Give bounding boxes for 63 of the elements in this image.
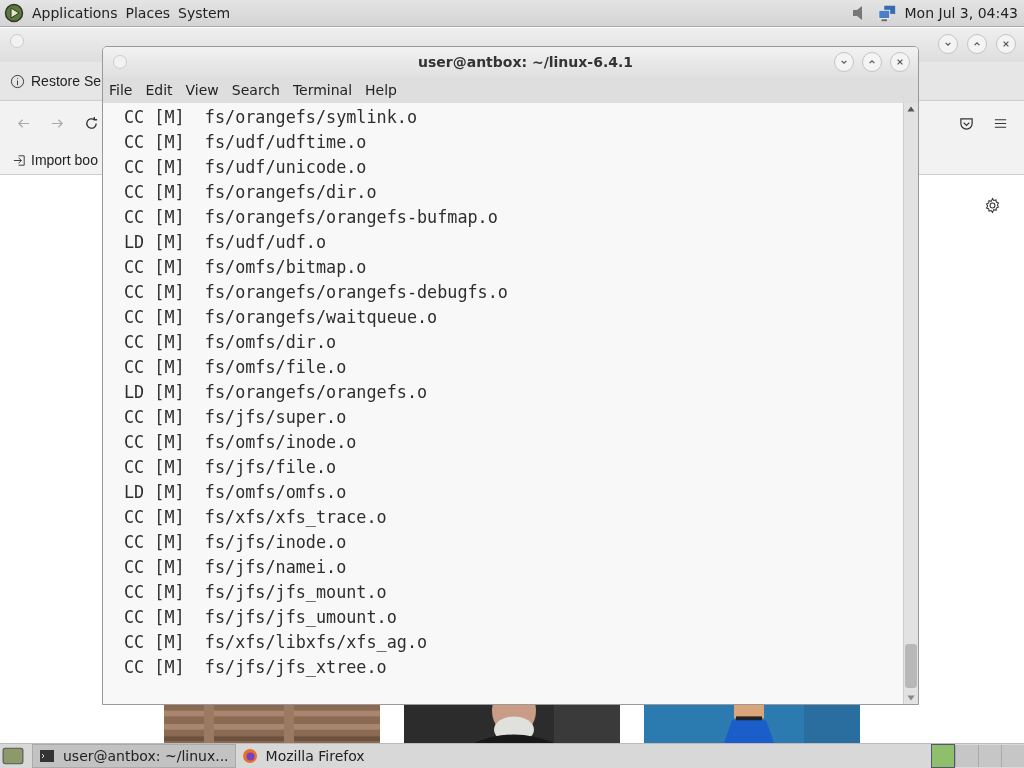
logo-icon[interactable] <box>4 3 24 23</box>
taskbar-button[interactable]: Mozilla Firefox <box>235 744 371 768</box>
firefox-icon <box>241 748 258 764</box>
terminal-line: CC [M] fs/orangefs/symlink.o <box>124 106 418 129</box>
maximize-button[interactable] <box>967 34 987 54</box>
minimize-button[interactable] <box>938 34 958 54</box>
terminal-line: CC [M] fs/jfs/jfs_umount.o <box>124 606 398 629</box>
terminal-line: CC [M] fs/orangefs/orangefs-bufmap.o <box>124 206 499 229</box>
terminal-line: CC [M] fs/xfs/xfs_trace.o <box>124 506 388 529</box>
menu-item[interactable]: Search <box>227 82 284 98</box>
restore-session-button[interactable]: Restore Se <box>8 73 104 89</box>
terminal-line: CC [M] fs/jfs/namei.o <box>124 556 348 579</box>
clock[interactable]: Mon Jul 3, 04:43 <box>904 5 1018 21</box>
menu-item[interactable]: View <box>181 82 223 98</box>
info-icon <box>10 73 25 89</box>
window-dot-icon <box>113 55 127 69</box>
panel-menu[interactable]: Places <box>125 5 171 21</box>
menu-item[interactable]: Edit <box>141 82 177 98</box>
terminal-line: CC [M] fs/jfs/inode.o <box>124 531 348 554</box>
terminal-line: CC [M] fs/omfs/file.o <box>124 356 348 379</box>
close-button[interactable] <box>890 52 910 72</box>
panel-menu[interactable]: System <box>178 5 231 21</box>
workspace-switcher[interactable] <box>1001 745 1024 767</box>
terminal-line: LD [M] fs/orangefs/orangefs.o <box>124 381 429 404</box>
network-icon[interactable] <box>876 3 897 23</box>
scrollbar-thumb[interactable] <box>905 644 917 688</box>
menu-icon[interactable] <box>993 116 1008 131</box>
terminal-line: CC [M] fs/jfs/file.o <box>124 456 338 479</box>
workspace-switcher[interactable] <box>955 745 978 767</box>
terminal-line: CC [M] fs/omfs/dir.o <box>124 331 338 354</box>
terminal-line: CC [M] fs/orangefs/orangefs-debugfs.o <box>124 281 509 304</box>
scrollbar[interactable] <box>903 103 918 704</box>
reload-icon[interactable] <box>84 116 99 131</box>
terminal-line: CC [M] fs/omfs/bitmap.o <box>124 256 368 279</box>
terminal-line: LD [M] fs/udf/udf.o <box>124 231 328 254</box>
terminal-line: CC [M] fs/jfs/jfs_xtree.o <box>124 656 388 679</box>
terminal-line: CC [M] fs/orangefs/dir.o <box>124 181 378 204</box>
workspace-switcher[interactable] <box>931 744 955 768</box>
terminal-line: CC [M] fs/udf/udftime.o <box>124 131 368 154</box>
workspace-switcher[interactable] <box>978 745 1001 767</box>
window-dot-icon <box>10 34 24 48</box>
terminal-line: CC [M] fs/xfs/libxfs/xfs_ag.o <box>124 631 429 654</box>
terminal-line: CC [M] fs/orangefs/waitqueue.o <box>124 306 439 329</box>
terminal-line: LD [M] fs/omfs/omfs.o <box>124 481 348 504</box>
menu-item[interactable]: File <box>105 82 137 98</box>
menu-item[interactable]: Terminal <box>288 82 357 98</box>
import-icon <box>12 152 27 168</box>
terminal-line: CC [M] fs/jfs/super.o <box>124 406 348 429</box>
taskbar-button[interactable]: user@antbox: ~/linux... <box>32 744 236 768</box>
terminal-line: CC [M] fs/udf/unicode.o <box>124 156 368 179</box>
terminal-line: CC [M] fs/omfs/inode.o <box>124 431 358 454</box>
settings-icon[interactable] <box>984 197 1001 214</box>
import-bookmarks-button[interactable]: Import boo <box>10 152 100 168</box>
panel-menu[interactable]: Applications <box>32 5 118 21</box>
maximize-button[interactable] <box>862 52 882 72</box>
pocket-icon[interactable] <box>959 116 974 131</box>
menu-item[interactable]: Help <box>361 82 401 98</box>
terminal-line: CC [M] fs/jfs/jfs_mount.o <box>124 581 388 604</box>
close-button[interactable] <box>996 34 1016 54</box>
window-title: user@antbox: ~/linux-6.4.1 <box>417 54 634 70</box>
show-desktop-icon[interactable] <box>2 746 24 766</box>
minimize-button[interactable] <box>834 52 854 72</box>
terminal-icon <box>39 748 55 764</box>
